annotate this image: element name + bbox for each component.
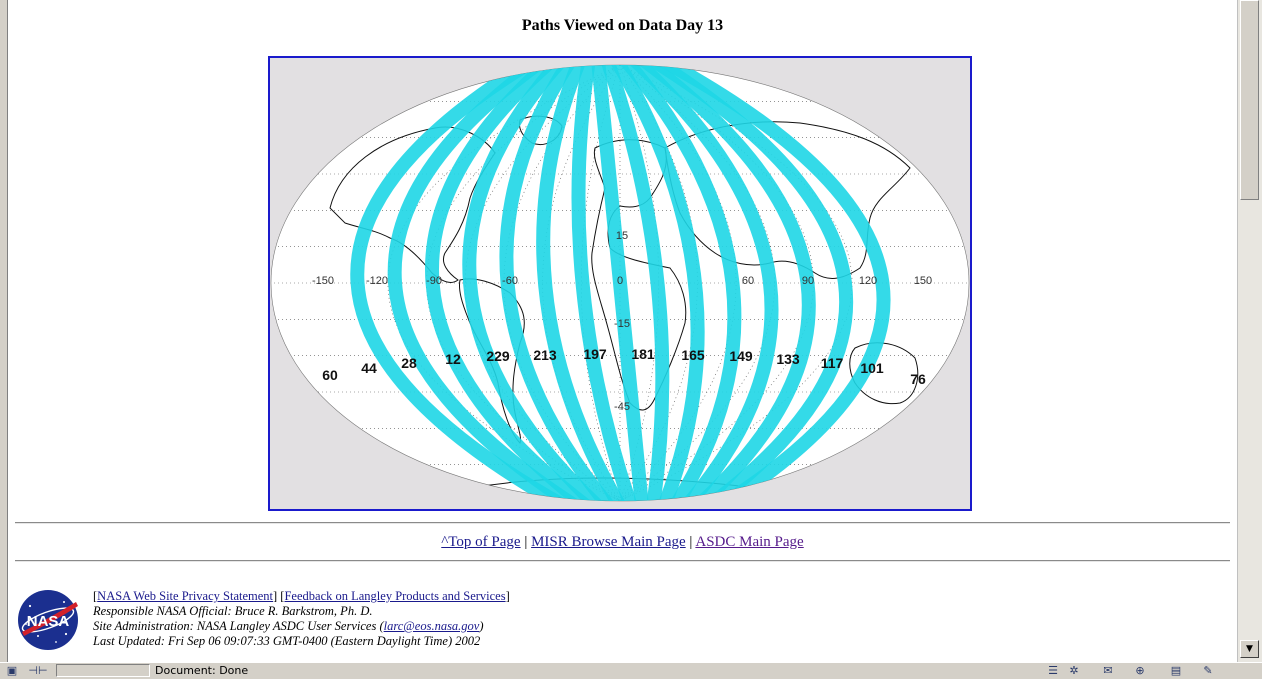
nasa-logo-text: NASA [27,613,70,630]
path-number-label: 44 [361,360,377,376]
email-link[interactable]: larc@eos.nasa.gov [384,619,480,633]
status-text: Document: Done [155,664,249,677]
path-number-label: 76 [910,371,926,387]
privacy-statement-link[interactable]: NASA Web Site Privacy Statement [97,589,273,603]
progress-cell [56,664,150,677]
longitude-label: 0 [617,275,623,287]
longitude-label: -60 [502,275,518,287]
connection-icon[interactable]: ⊣⊢ [26,664,50,677]
page-title: Paths Viewed on Data Day 13 [521,17,724,34]
longitude-label: 60 [742,275,754,287]
footer-text: [NASA Web Site Privacy Statement] [Feedb… [93,589,510,649]
longitude-label: 150 [914,275,932,287]
page-content: Paths Viewed on Data Day 13 -150 -120 -90-… [8,0,1237,662]
longitude-label: -120 [366,275,388,287]
path-number-label: 101 [860,360,884,376]
scroll-down-arrow-icon[interactable]: ▼ [1240,640,1259,658]
path-number-label: 229 [486,348,510,364]
misr-browse-link[interactable]: MISR Browse Main Page [531,534,686,550]
longitude-label: 90 [802,275,814,287]
horizontal-rule-top [15,522,1230,524]
world-map-svg: -150 -120 -90 -60 0 60 90 120 150 15 -15 -45 60 44 2… [270,64,970,502]
feedback-link[interactable]: Feedback on Langley Products and Service… [284,589,505,603]
menu-lines-icon[interactable]: ☰ [1045,664,1061,677]
path-number-label: 117 [821,355,844,371]
path-number-label: 165 [681,347,705,363]
latitude-label: -45 [614,401,630,413]
site-admin-suffix: ) [479,619,484,633]
last-updated: Last Updated: Fri Sep 06 09:07:33 GMT-04… [93,634,481,648]
nav-separator: | [524,534,528,550]
path-number-label: 133 [776,351,800,367]
horizontal-rule-bottom [15,560,1230,562]
navigator-icon[interactable]: ✲ [1066,664,1082,677]
window-left-border [0,0,8,662]
path-number-label: 60 [322,367,338,383]
nasa-logo[interactable]: NASA [16,588,80,652]
paths-map-image: -150 -120 -90 -60 0 60 90 120 150 15 -15 -45 60 44 2… [268,56,972,511]
editor-icon[interactable]: ✎ [1200,664,1216,677]
longitude-label: 120 [859,275,877,287]
path-number-label: 197 [583,346,607,362]
longitude-label: -150 [312,275,334,287]
latitude-label: -15 [614,318,630,330]
footer: NASA [NASA Web Site Privacy Statement] [… [16,586,716,652]
responsible-official: Responsible NASA Official: Bruce R. Bark… [93,604,373,618]
site-administration: Site Administration: NASA Langley ASDC U… [93,619,510,634]
status-bar: ▣ ⊣⊢ Document: Done ☰ ✲ ✉ ⊕ ▤ ✎ [0,662,1262,679]
path-number-label: 181 [631,346,655,362]
longitude-label: -90 [426,275,442,287]
path-number-label: 149 [729,348,753,364]
asdc-main-link[interactable]: ASDC Main Page [695,534,803,550]
nav-links: ^Top of Page | MISR Browse Main Page | A… [8,534,1237,551]
people-icon[interactable]: ⊕ [1132,664,1148,677]
path-number-label: 213 [533,347,557,363]
composer-icon[interactable]: ▤ [1168,664,1184,677]
site-admin-prefix: Site Administration: NASA Langley ASDC U… [93,619,384,633]
nav-separator: | [689,534,693,550]
vertical-scrollbar[interactable]: ▼ [1237,0,1262,662]
mail-icon[interactable]: ✉ [1100,664,1116,677]
scrollbar-thumb[interactable] [1240,0,1259,200]
latitude-label: 15 [616,230,628,242]
security-icon[interactable]: ▣ [4,664,20,677]
footer-links-line: [NASA Web Site Privacy Statement] [Feedb… [93,589,510,603]
top-of-page-link[interactable]: ^Top of Page [441,534,520,550]
path-number-label: 12 [445,351,461,367]
path-number-label: 28 [401,355,417,371]
